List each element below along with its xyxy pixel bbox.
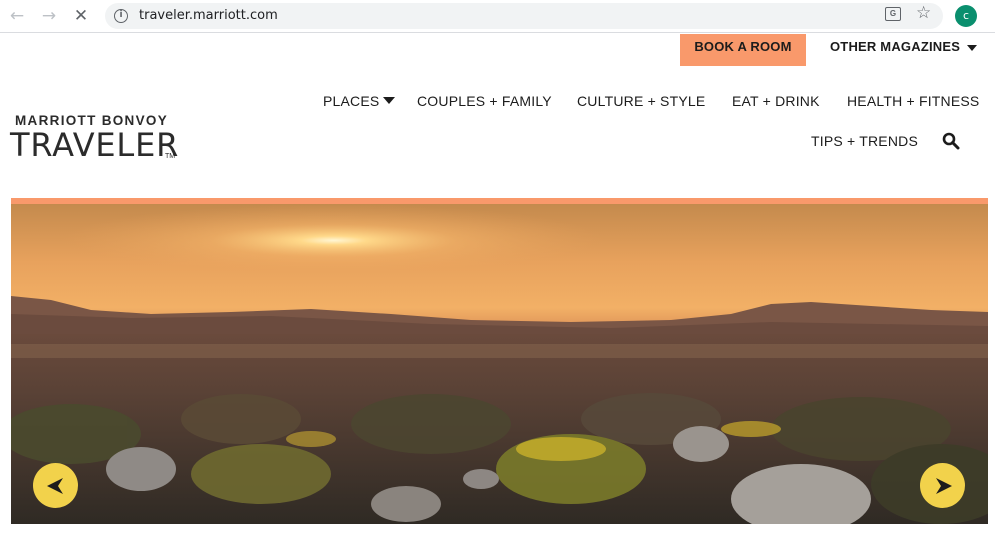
info-icon[interactable]: i (114, 9, 128, 23)
forward-icon[interactable]: → (38, 6, 60, 26)
arrow-right-icon (935, 477, 952, 494)
chevron-down-icon (967, 44, 978, 51)
hero-image (11, 204, 988, 524)
other-magazines-menu[interactable]: OTHER MAGAZINES (830, 39, 978, 54)
translate-icon[interactable]: G (885, 7, 901, 21)
carousel-next-button[interactable] (920, 463, 965, 508)
nav-item-couples-family[interactable]: COUPLES + FAMILY (417, 93, 552, 109)
nav-item-health-fitness[interactable]: HEALTH + FITNESS (847, 93, 979, 109)
carousel-prev-button[interactable] (33, 463, 78, 508)
chevron-down-icon[interactable] (383, 97, 395, 104)
arrow-left-icon (46, 477, 63, 494)
address-bar[interactable]: i traveler.marriott.com (105, 3, 943, 29)
nav-item-eat-drink[interactable]: EAT + DRINK (732, 93, 820, 109)
nav-item-places[interactable]: PLACES (323, 93, 379, 109)
url-text[interactable]: traveler.marriott.com (139, 8, 278, 23)
search-icon[interactable] (942, 132, 960, 150)
book-a-room-button[interactable]: BOOK A ROOM (680, 34, 806, 66)
back-icon[interactable]: ← (6, 6, 28, 26)
logo-trademark: TM (165, 153, 176, 160)
stop-loading-icon[interactable]: ✕ (70, 6, 92, 26)
nav-item-culture-style[interactable]: CULTURE + STYLE (577, 93, 705, 109)
star-icon[interactable]: ☆ (916, 3, 931, 23)
profile-avatar[interactable]: c (955, 5, 977, 27)
other-magazines-label: OTHER MAGAZINES (830, 39, 961, 54)
nav-item-tips-trends[interactable]: TIPS + TRENDS (811, 133, 918, 149)
browser-toolbar: ← → ✕ i traveler.marriott.com G ☆ c (0, 0, 995, 33)
logo-title: TRAVELER (10, 126, 180, 164)
